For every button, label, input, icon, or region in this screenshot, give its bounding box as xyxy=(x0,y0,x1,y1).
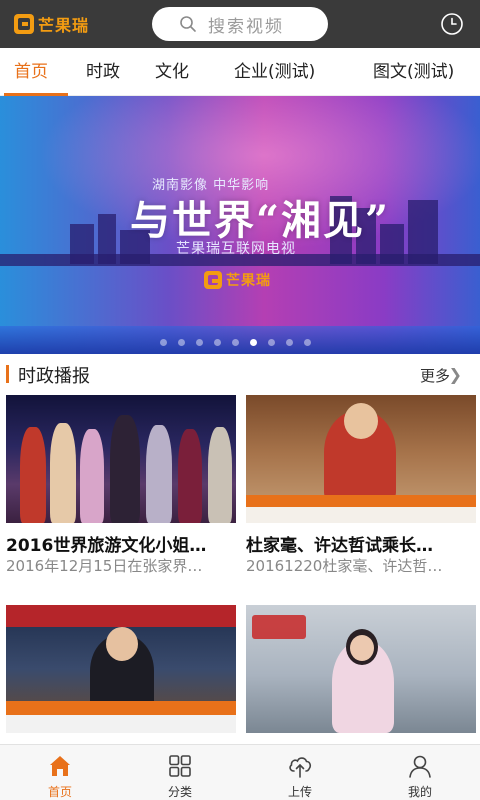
nav-upload[interactable]: 上传 xyxy=(240,745,360,800)
thumbnail-figure xyxy=(50,423,76,523)
nav-home[interactable]: 首页 xyxy=(0,745,120,800)
thumbnail-figure xyxy=(344,403,378,439)
news-ticker-band xyxy=(246,507,476,523)
thumbnail-figure xyxy=(106,627,138,661)
logo-icon xyxy=(14,14,34,34)
tab-enterprise[interactable]: 企业(测试) xyxy=(234,48,315,96)
banner-logo-text: 芒果瑞 xyxy=(226,273,271,289)
banner-logo: 芒果瑞 xyxy=(204,270,271,290)
nav-category[interactable]: 分类 xyxy=(120,745,240,800)
carousel-dot[interactable] xyxy=(304,339,311,346)
hero-banner[interactable]: 湖南影像 中华影响 与世界“湘见” 芒果瑞互联网电视 芒果瑞 xyxy=(0,96,480,354)
nav-category-label: 分类 xyxy=(167,785,192,799)
clock-icon[interactable] xyxy=(440,12,464,36)
search-icon xyxy=(174,15,202,33)
video-thumbnail[interactable] xyxy=(6,395,236,523)
logo-text: 芒果瑞 xyxy=(38,16,90,35)
category-tabs: 首页 时政 文化 企业(测试) 图文(测试) xyxy=(0,48,480,96)
logo-icon xyxy=(204,271,222,289)
thumbnail-figure xyxy=(146,425,172,523)
thumbnail-figure xyxy=(80,429,104,523)
video-title[interactable]: 2016世界旅游文化小姐… xyxy=(6,531,236,556)
video-thumbnail[interactable] xyxy=(246,605,476,733)
user-icon xyxy=(407,753,433,779)
app-logo[interactable]: 芒果瑞 xyxy=(14,12,89,36)
grid-icon xyxy=(167,753,193,779)
thumbnail-figure xyxy=(208,427,232,523)
top-bar: 芒果瑞 搜索视频 xyxy=(0,0,480,48)
carousel-dot[interactable] xyxy=(232,339,239,346)
home-icon xyxy=(47,753,73,779)
section-title: 时政播报 xyxy=(18,366,90,387)
upload-cloud-icon xyxy=(287,753,313,779)
tab-politics[interactable]: 时政 xyxy=(86,48,120,96)
nav-upload-label: 上传 xyxy=(287,785,312,799)
video-title[interactable]: 杜家毫、许达哲试乘长… xyxy=(246,531,476,556)
nav-profile[interactable]: 我的 xyxy=(360,745,480,800)
video-subtitle: 20161220杜家毫、许达哲… xyxy=(246,557,443,575)
carousel-dot[interactable] xyxy=(214,339,221,346)
carousel-dot[interactable] xyxy=(286,339,293,346)
carousel-dot[interactable] xyxy=(160,339,167,346)
carousel-dot[interactable] xyxy=(178,339,185,346)
news-ticker-band xyxy=(6,715,236,733)
tab-graphics[interactable]: 图文(测试) xyxy=(373,48,454,96)
news-header-band xyxy=(6,605,236,627)
section-accent-bar xyxy=(6,365,9,383)
video-card[interactable]: 2016世界旅游文化小姐… 2016年12月15日在张家界… xyxy=(6,395,236,575)
more-link[interactable]: 更多 xyxy=(420,365,450,386)
bottom-navigation: 首页 分类 上传 我的 xyxy=(0,744,480,800)
nav-home-label: 首页 xyxy=(47,785,72,799)
search-input[interactable]: 搜索视频 xyxy=(152,7,328,41)
thumbnail-figure xyxy=(178,429,202,523)
chevron-right-icon[interactable]: ❯ xyxy=(449,365,462,384)
thumbnail-figure xyxy=(110,415,140,523)
thumbnail-figure xyxy=(350,635,374,661)
search-placeholder: 搜索视频 xyxy=(208,16,284,37)
news-caption-band xyxy=(246,495,476,507)
video-card[interactable]: 杜家毫、许达哲试乘长… 20161220杜家毫、许达哲… xyxy=(246,395,476,575)
tab-culture[interactable]: 文化 xyxy=(155,48,189,96)
nav-profile-label: 我的 xyxy=(407,785,432,799)
banner-subtitle: 芒果瑞互联网电视 xyxy=(176,241,296,257)
news-caption-band xyxy=(6,701,236,715)
section-header: 时政播报 更多 ❯ xyxy=(0,354,480,394)
video-thumbnail[interactable] xyxy=(6,605,236,733)
thumbnail-banner xyxy=(252,615,306,639)
video-thumbnail[interactable] xyxy=(246,395,476,523)
carousel-dot[interactable] xyxy=(196,339,203,346)
tab-home[interactable]: 首页 xyxy=(14,48,48,96)
carousel-dots xyxy=(160,339,322,347)
carousel-dot-active[interactable] xyxy=(250,339,257,346)
video-subtitle: 2016年12月15日在张家界… xyxy=(6,557,203,575)
carousel-dot[interactable] xyxy=(268,339,275,346)
thumbnail-figure xyxy=(20,427,46,523)
